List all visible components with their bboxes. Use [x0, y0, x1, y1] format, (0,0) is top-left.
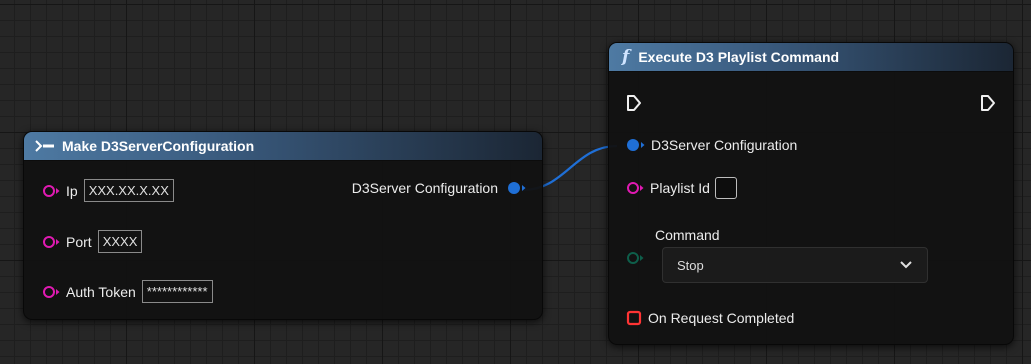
- auth-token-input[interactable]: ************: [141, 280, 213, 303]
- port-input[interactable]: XXXX: [97, 230, 143, 253]
- config-label: D3Server Configuration: [651, 137, 798, 153]
- exec-out-icon: [981, 95, 995, 111]
- port-pin-row: Port XXXX: [42, 230, 143, 253]
- make-struct-icon: [34, 139, 56, 153]
- ip-label: Ip: [66, 182, 78, 199]
- config-pin-row: D3Server Configuration: [625, 137, 797, 153]
- chevron-down-icon: [900, 261, 912, 269]
- exec-node-header[interactable]: f Execute D3 Playlist Command: [609, 43, 1013, 72]
- command-dropdown-value: Stop: [677, 257, 704, 273]
- exec-in-icon: [627, 95, 641, 111]
- exec-in-pin[interactable]: [626, 94, 642, 112]
- exec-out-pin[interactable]: [980, 94, 996, 112]
- ip-pin-row: Ip XXX.XX.X.XX: [42, 179, 174, 202]
- output-config-pin-row: D3Server Configuration: [352, 180, 528, 196]
- output-config-label: D3Server Configuration: [351, 180, 498, 196]
- auth-token-string-pin-icon[interactable]: [42, 285, 62, 299]
- playlist-id-label: Playlist Id: [650, 180, 710, 196]
- on-request-completed-pin-row: On Request Completed: [626, 310, 794, 326]
- playlist-string-pin-icon[interactable]: [626, 181, 646, 195]
- playlist-id-pin-row: Playlist Id: [626, 177, 737, 199]
- port-label: Port: [66, 233, 92, 250]
- ip-input[interactable]: XXX.XX.X.XX: [83, 179, 174, 202]
- ip-string-pin-icon[interactable]: [42, 184, 62, 198]
- auth-token-pin-row: Auth Token ************: [42, 280, 213, 303]
- delegate-pin-icon[interactable]: [626, 310, 642, 326]
- port-string-pin-icon[interactable]: [42, 235, 62, 249]
- exec-node-title: Execute D3 Playlist Command: [638, 49, 840, 65]
- command-label: Command: [655, 227, 720, 243]
- output-struct-pin-icon[interactable]: [506, 181, 528, 195]
- execute-d3-playlist-command-node[interactable]: f Execute D3 Playlist Command D3Server C…: [608, 42, 1014, 345]
- on-request-completed-label: On Request Completed: [648, 310, 795, 326]
- command-dropdown[interactable]: Stop: [662, 247, 928, 283]
- make-d3serverconfiguration-node[interactable]: Make D3ServerConfiguration Ip XXX.XX.X.X…: [23, 131, 543, 320]
- auth-token-label: Auth Token: [66, 283, 136, 300]
- command-pin-row: [626, 251, 646, 265]
- function-icon: f: [622, 47, 630, 67]
- config-struct-pin-icon[interactable]: [625, 138, 647, 152]
- make-node-title: Make D3ServerConfiguration: [62, 138, 255, 154]
- command-enum-pin-icon[interactable]: [626, 251, 646, 265]
- playlist-id-checkbox[interactable]: [714, 177, 737, 199]
- make-node-header[interactable]: Make D3ServerConfiguration: [24, 132, 542, 161]
